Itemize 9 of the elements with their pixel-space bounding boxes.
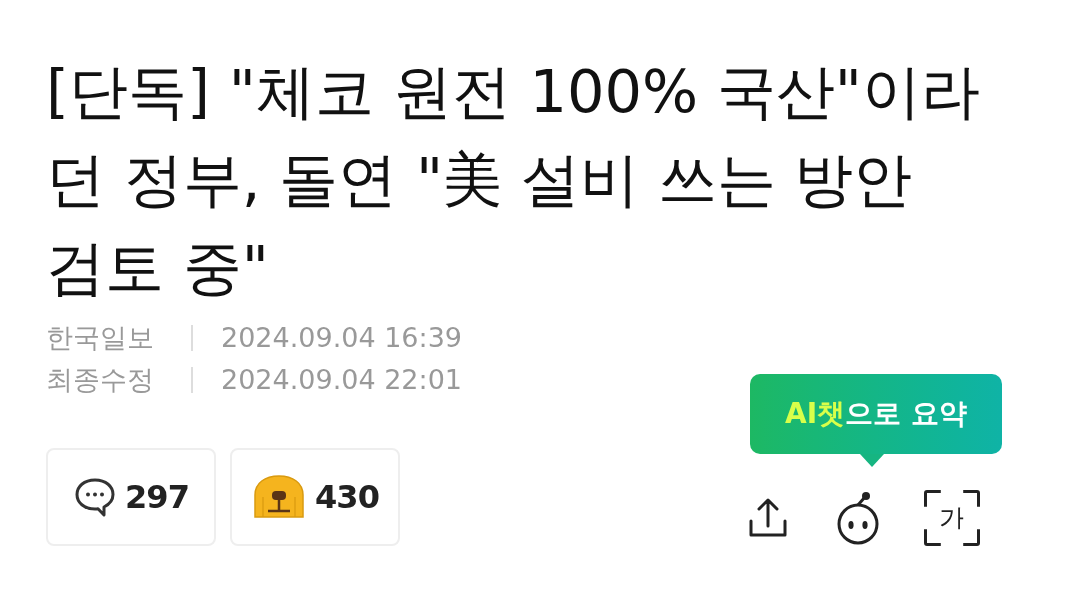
meta-date: 2024.09.04 16:39 (221, 321, 462, 355)
meta-label: 한국일보 (46, 321, 155, 355)
reaction-button[interactable]: 430 (230, 448, 400, 546)
meta-label: 최종수정 (46, 363, 155, 397)
tooltip-pointer (860, 454, 884, 467)
font-size-button[interactable]: 가 (924, 490, 980, 546)
comment-button[interactable]: 297 (46, 448, 216, 546)
meta-date: 2024.09.04 22:01 (221, 363, 462, 397)
article-headline: [단독] "체코 원전 100% 국산"이라던 정부, 돌연 "美 설비 쓰는 방안 검토 중" (46, 56, 981, 304)
